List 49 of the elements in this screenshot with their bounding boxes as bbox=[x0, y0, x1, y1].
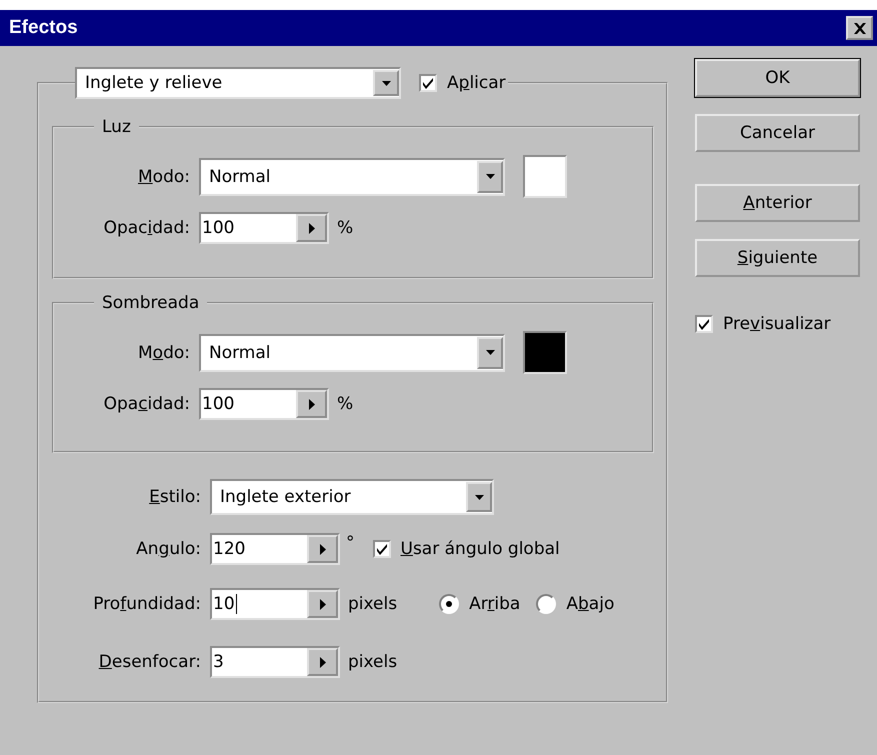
field-label: Desenfocar: bbox=[98, 652, 201, 672]
radio-label[interactable]: Abajo bbox=[566, 594, 614, 614]
unit-label: ° bbox=[346, 533, 354, 553]
dropdown-arrow-button[interactable] bbox=[477, 336, 503, 368]
window-title: Efectos bbox=[9, 17, 78, 39]
dropdown[interactable]: Normal bbox=[199, 334, 505, 372]
caret-icon bbox=[474, 494, 484, 500]
field-label: Opacidad: bbox=[102, 218, 190, 238]
unit-label: pixels bbox=[348, 652, 398, 672]
caret-icon bbox=[486, 350, 494, 355]
button[interactable]: OK bbox=[695, 59, 860, 97]
dropdown-arrow-button[interactable] bbox=[466, 482, 492, 512]
field-label: Modo: bbox=[137, 342, 190, 362]
dropdown[interactable]: Inglete exterior bbox=[210, 479, 494, 515]
close-icon bbox=[854, 22, 866, 34]
field-label: Angulo: bbox=[135, 539, 201, 559]
radio-button[interactable] bbox=[536, 594, 556, 614]
checkbox[interactable] bbox=[372, 540, 390, 558]
button[interactable]: Anterior bbox=[695, 184, 860, 222]
color-swatch[interactable] bbox=[523, 331, 567, 374]
dropdown[interactable]: Inglete y relieve bbox=[75, 67, 401, 99]
checkbox-label[interactable]: Usar ángulo global bbox=[400, 539, 560, 559]
button[interactable]: Siguiente bbox=[695, 239, 860, 277]
radio-label[interactable]: Arriba bbox=[469, 594, 520, 614]
check-icon bbox=[376, 543, 388, 555]
caret-icon bbox=[382, 80, 390, 86]
unit-label: pixels bbox=[348, 594, 398, 614]
button[interactable]: Cancelar bbox=[695, 114, 860, 152]
dropdown-arrow-button[interactable] bbox=[477, 160, 503, 192]
radio-button[interactable] bbox=[439, 594, 460, 614]
caret-icon bbox=[486, 174, 494, 179]
checkbox-label[interactable]: Aplicar bbox=[447, 73, 506, 93]
check-icon bbox=[698, 318, 710, 330]
checkbox[interactable] bbox=[419, 74, 437, 92]
field-label: Modo: bbox=[137, 166, 190, 186]
group-title: Luz bbox=[101, 117, 132, 137]
color-swatch[interactable] bbox=[523, 155, 567, 198]
unit-label: % bbox=[337, 394, 354, 414]
dropdown-arrow-button[interactable] bbox=[373, 70, 399, 96]
close-button[interactable] bbox=[846, 16, 873, 40]
check-icon bbox=[422, 77, 434, 89]
group-title: Sombreada bbox=[101, 293, 200, 313]
field-label: Estilo: bbox=[148, 487, 201, 507]
field-label: Opacidad: bbox=[102, 394, 190, 414]
dropdown[interactable]: Normal bbox=[199, 158, 505, 196]
field-label: Profundidad: bbox=[92, 594, 201, 614]
checkbox[interactable] bbox=[695, 315, 713, 333]
unit-label: % bbox=[337, 218, 354, 238]
checkbox-label[interactable]: Previsualizar bbox=[723, 314, 831, 334]
